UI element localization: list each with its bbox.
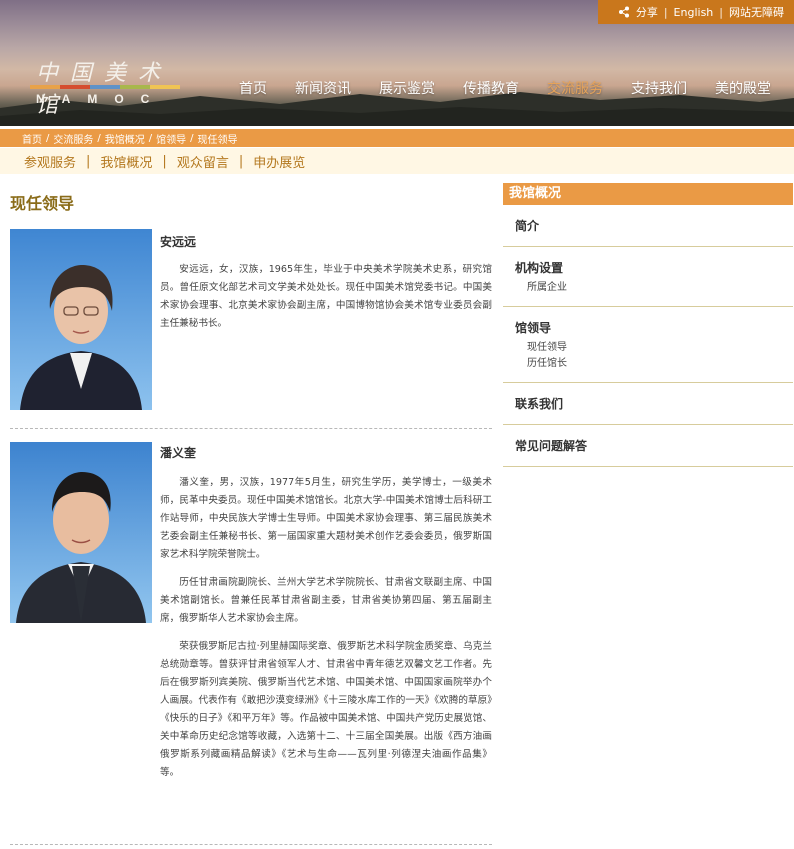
dashed-divider [10, 428, 492, 429]
topbar-separator: | [663, 5, 668, 19]
leader-entry: 潘义奎 潘义奎，男，汉族，1977年5月生，研究生学历，美学博士，一级美术师，民… [10, 442, 492, 842]
nav-item-services[interactable]: 交流服务 [533, 74, 617, 102]
sidebar-item-intro[interactable]: 简介 [515, 217, 781, 234]
sidebar-header: 我馆概况 [503, 183, 793, 205]
leader-name: 安远远 [160, 235, 197, 249]
subnav-about-museum[interactable]: 我馆概况 [100, 152, 152, 171]
nav-item-support[interactable]: 支持我们 [617, 74, 701, 102]
leader-name: 潘义奎 [160, 446, 197, 460]
logo-bar [120, 85, 150, 89]
sidebar-section: 机构设置 所属企业 [503, 247, 793, 307]
breadcrumb: 首页 / 交流服务 / 我馆概况 / 馆领导 / 现任领导 [0, 129, 794, 147]
accessibility-link[interactable]: 网站无障碍 [729, 4, 784, 20]
leader-photo [10, 229, 152, 410]
leader-entry: 安远远 安远远，女，汉族，1965年生，毕业于中央美术学院美术史系，研究馆员。曾… [10, 229, 492, 424]
bio-paragraph: 荣获俄罗斯尼古拉·列里赫国际奖章、俄罗斯艺术科学院金质奖章、乌克兰总统勋章等。曾… [160, 641, 492, 778]
nav-item-news[interactable]: 新闻资讯 [281, 74, 365, 102]
namoc-logo[interactable]: 中国美术馆 NAMOC [30, 55, 190, 118]
main-navigation: 首页 新闻资讯 展示鉴赏 传播教育 交流服务 支持我们 美的殿堂 [225, 74, 785, 102]
subnav-separator: | [86, 153, 91, 169]
sidebar-item-organization[interactable]: 机构设置 [515, 259, 781, 276]
breadcrumb-current: 现任领导 [197, 134, 238, 146]
bio-paragraph: 安远远，女，汉族，1965年生，毕业于中央美术学院美术史系，研究馆员。曾任原文化… [160, 264, 492, 329]
subnav-visitor-messages[interactable]: 观众留言 [177, 152, 229, 171]
sidebar: 我馆概况 简介 机构设置 所属企业 馆领导 现任领导 历任馆长 联系我们 常见问… [503, 183, 793, 467]
sidebar-subitem-enterprises[interactable]: 所属企业 [515, 280, 781, 296]
nav-item-education[interactable]: 传播教育 [449, 74, 533, 102]
breadcrumb-item[interactable]: 交流服务 [53, 131, 93, 146]
sidebar-item-leadership[interactable]: 馆领导 [515, 319, 781, 336]
section-subnav: 参观服务 | 我馆概况 | 观众留言 | 申办展览 [0, 148, 794, 174]
sidebar-item-faq[interactable]: 常见问题解答 [515, 437, 781, 454]
breadcrumb-item[interactable]: 我馆概况 [105, 131, 145, 146]
page-title: 现任领导 [10, 194, 75, 213]
site-header: 分享 | English | 网站无障碍 中国美术馆 NAMOC 首页 新闻资讯… [0, 0, 794, 126]
subnav-separator: | [238, 153, 244, 169]
logo-bar [150, 85, 180, 89]
subnav-apply-exhibition[interactable]: 申办展览 [253, 152, 305, 171]
breadcrumb-item[interactable]: 馆领导 [156, 131, 186, 146]
breadcrumb-separator: / [97, 132, 101, 144]
sidebar-item-contact[interactable]: 联系我们 [515, 395, 781, 412]
share-link[interactable]: 分享 [636, 4, 658, 20]
sidebar-section: 常见问题解答 [503, 425, 793, 467]
breadcrumb-separator: / [190, 132, 194, 144]
sidebar-subitem-former-directors[interactable]: 历任馆长 [515, 356, 781, 372]
dashed-divider [10, 844, 492, 845]
subnav-separator: | [162, 153, 167, 169]
share-icon[interactable] [618, 6, 630, 18]
leader-bio: 安远远，女，汉族，1965年生，毕业于中央美术学院美术史系，研究馆员。曾任原文化… [160, 261, 492, 343]
breadcrumb-separator: / [148, 132, 153, 144]
logo-bar [90, 85, 120, 89]
sidebar-section: 简介 [503, 205, 793, 247]
bio-paragraph: 历任甘肃画院副院长、兰州大学艺术学院院长、甘肃省文联副主席、中国美术馆副馆长。曾… [160, 577, 492, 624]
nav-item-exhibitions[interactable]: 展示鉴赏 [365, 74, 449, 102]
breadcrumb-item[interactable]: 首页 [22, 131, 42, 146]
nav-item-home[interactable]: 首页 [225, 74, 281, 102]
leader-bio: 潘义奎，男，汉族，1977年5月生，研究生学历，美学博士，一级美术师，民革中央委… [160, 474, 492, 792]
logo-bar [60, 85, 90, 89]
english-link[interactable]: English [674, 6, 714, 19]
sidebar-subitem-current-leaders[interactable]: 现任领导 [515, 340, 781, 356]
breadcrumb-separator: / [46, 132, 50, 144]
logo-color-bars [30, 85, 180, 89]
bio-paragraph: 潘义奎，男，汉族，1977年5月生，研究生学历，美学博士，一级美术师，民革中央委… [160, 477, 492, 560]
sidebar-section: 联系我们 [503, 383, 793, 425]
logo-english-text: NAMOC [36, 92, 167, 106]
sidebar-section: 馆领导 现任领导 历任馆长 [503, 307, 793, 383]
nav-item-palace[interactable]: 美的殿堂 [701, 74, 785, 102]
logo-bar [30, 85, 60, 89]
leader-photo [10, 442, 152, 623]
top-utility-bar: 分享 | English | 网站无障碍 [598, 0, 794, 24]
topbar-separator: | [719, 5, 723, 19]
subnav-visit-services[interactable]: 参观服务 [24, 152, 76, 171]
